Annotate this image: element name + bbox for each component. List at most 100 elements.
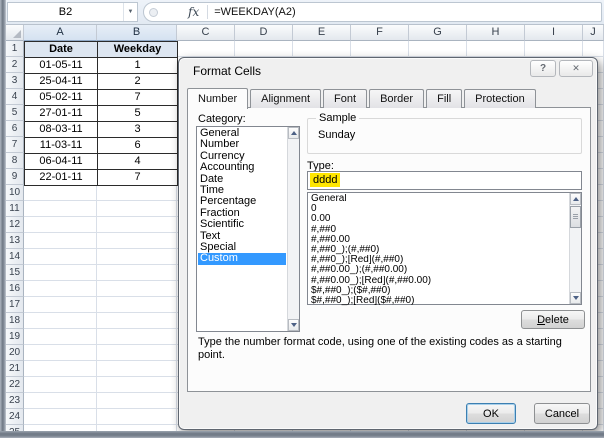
weekday-cell[interactable]: 5	[98, 106, 178, 122]
column-header[interactable]: G	[409, 25, 467, 41]
scroll-down-icon[interactable]	[288, 319, 299, 331]
type-list: General 0 0.00 #,##0 #,##0.00 #,##0_);(#,##0)…	[307, 192, 582, 306]
row-header[interactable]: 8	[6, 153, 24, 169]
date-cell[interactable]: 08-03-11	[25, 122, 98, 138]
column-header[interactable]: D	[235, 25, 293, 41]
type-option[interactable]: $#,##0_);($#,##0)	[309, 286, 568, 296]
type-option[interactable]: #,##0.00	[309, 235, 568, 245]
category-item[interactable]: General	[198, 128, 286, 139]
name-box-dropdown-icon[interactable]: ▼	[123, 3, 137, 21]
ok-button[interactable]: OK	[466, 403, 516, 424]
date-cell[interactable]: 01-05-11	[25, 58, 98, 74]
row-header[interactable]: 11	[6, 201, 24, 217]
category-item[interactable]: Text	[198, 231, 286, 242]
category-item[interactable]: Time	[198, 185, 286, 196]
weekday-cell[interactable]: 1	[98, 58, 178, 74]
dialog-tab[interactable]: Fill	[426, 89, 463, 108]
date-cell[interactable]: 22-01-11	[25, 170, 98, 186]
row-header[interactable]: 19	[6, 329, 24, 345]
column-header[interactable]: B	[97, 25, 177, 41]
dialog-tab[interactable]: Font	[323, 89, 368, 108]
row-header[interactable]: 5	[6, 105, 24, 121]
category-item[interactable]: Custom	[198, 253, 286, 265]
row-header[interactable]: 24	[6, 409, 24, 425]
type-option[interactable]: #,##0_);[Red](#,##0)	[309, 255, 568, 265]
type-option[interactable]: 0.00	[309, 214, 568, 224]
row-header[interactable]: 12	[6, 217, 24, 233]
category-item[interactable]: Date	[198, 174, 286, 185]
delete-button[interactable]: Delete	[521, 310, 585, 329]
row-header[interactable]: 7	[6, 137, 24, 153]
type-option[interactable]: 0	[309, 204, 568, 214]
scroll-up-icon[interactable]	[570, 193, 581, 205]
date-cell[interactable]: 06-04-11	[25, 154, 98, 170]
row-header[interactable]: 14	[6, 249, 24, 265]
column-header[interactable]: I	[525, 25, 583, 41]
row-header[interactable]: 20	[6, 345, 24, 361]
dialog-tab[interactable]: Alignment	[250, 89, 322, 108]
category-item[interactable]: Fraction	[198, 208, 286, 219]
row-header[interactable]: 21	[6, 361, 24, 377]
formula-input[interactable]: =WEEKDAY(A2)	[214, 6, 295, 18]
type-option[interactable]: #,##0.00_);(#,##0.00)	[309, 265, 568, 275]
column-header[interactable]: E	[293, 25, 351, 41]
row-header[interactable]: 4	[6, 89, 24, 105]
dialog-tab[interactable]: Number	[187, 88, 249, 109]
weekday-cell[interactable]: 6	[98, 138, 178, 154]
row-header[interactable]: 18	[6, 313, 24, 329]
row-header[interactable]: 23	[6, 393, 24, 409]
scroll-down-icon[interactable]	[570, 292, 581, 304]
date-cell[interactable]: 27-01-11	[25, 106, 98, 122]
name-box[interactable]: B2 ▼	[7, 2, 138, 22]
weekday-cell[interactable]: 2	[98, 74, 178, 90]
row-header[interactable]: 2	[6, 57, 24, 73]
weekday-cell[interactable]: 3	[98, 122, 178, 138]
row-header[interactable]: 17	[6, 297, 24, 313]
weekday-cell[interactable]: 7	[98, 90, 178, 106]
table-header-cell[interactable]: Date	[25, 42, 98, 58]
category-item[interactable]: Percentage	[198, 196, 286, 207]
date-cell[interactable]: 25-04-11	[25, 74, 98, 90]
type-option[interactable]: $#,##0_);[Red]($#,##0)	[309, 296, 568, 306]
category-item[interactable]: Special	[198, 242, 286, 253]
category-item[interactable]: Accounting	[198, 162, 286, 173]
weekday-cell[interactable]: 4	[98, 154, 178, 170]
category-item[interactable]: Scientific	[198, 219, 286, 230]
row-header[interactable]: 3	[6, 73, 24, 89]
category-scrollbar[interactable]	[287, 127, 299, 331]
column-header[interactable]: H	[467, 25, 525, 41]
row-header[interactable]: 1	[6, 41, 24, 57]
table-header-cell[interactable]: Weekday	[98, 42, 178, 58]
column-header[interactable]: J	[583, 25, 604, 41]
dialog-tab[interactable]: Protection	[464, 89, 536, 108]
row-header[interactable]: 15	[6, 265, 24, 281]
column-header[interactable]: A	[24, 25, 97, 41]
cancel-button[interactable]: Cancel	[534, 403, 590, 424]
column-header[interactable]: F	[351, 25, 409, 41]
close-button[interactable]: ✕	[559, 60, 593, 77]
type-option[interactable]: #,##0	[309, 225, 568, 235]
insert-function-icon[interactable]: fx	[188, 5, 199, 19]
type-option[interactable]: #,##0.00_);[Red](#,##0.00)	[309, 276, 568, 286]
row-header[interactable]: 16	[6, 281, 24, 297]
row-header[interactable]: 10	[6, 185, 24, 201]
help-button[interactable]: ?	[530, 60, 556, 77]
weekday-cell[interactable]: 7	[98, 170, 178, 186]
type-option[interactable]: #,##0_);(#,##0)	[309, 245, 568, 255]
date-cell[interactable]: 11-03-11	[25, 138, 98, 154]
date-cell[interactable]: 05-02-11	[25, 90, 98, 106]
row-header[interactable]: 9	[6, 169, 24, 185]
type-input[interactable]: dddd	[307, 171, 582, 190]
row-header[interactable]: 13	[6, 233, 24, 249]
type-option[interactable]: General	[309, 194, 568, 204]
row-header[interactable]: 22	[6, 377, 24, 393]
column-header[interactable]: C	[177, 25, 235, 41]
scroll-up-icon[interactable]	[288, 127, 299, 139]
type-scrollbar[interactable]	[569, 193, 581, 304]
scroll-thumb[interactable]	[570, 206, 581, 228]
category-item[interactable]: Currency	[198, 151, 286, 162]
dialog-tab[interactable]: Border	[369, 89, 425, 108]
select-all-corner[interactable]	[6, 25, 24, 41]
category-item[interactable]: Number	[198, 139, 286, 150]
row-header[interactable]: 6	[6, 121, 24, 137]
